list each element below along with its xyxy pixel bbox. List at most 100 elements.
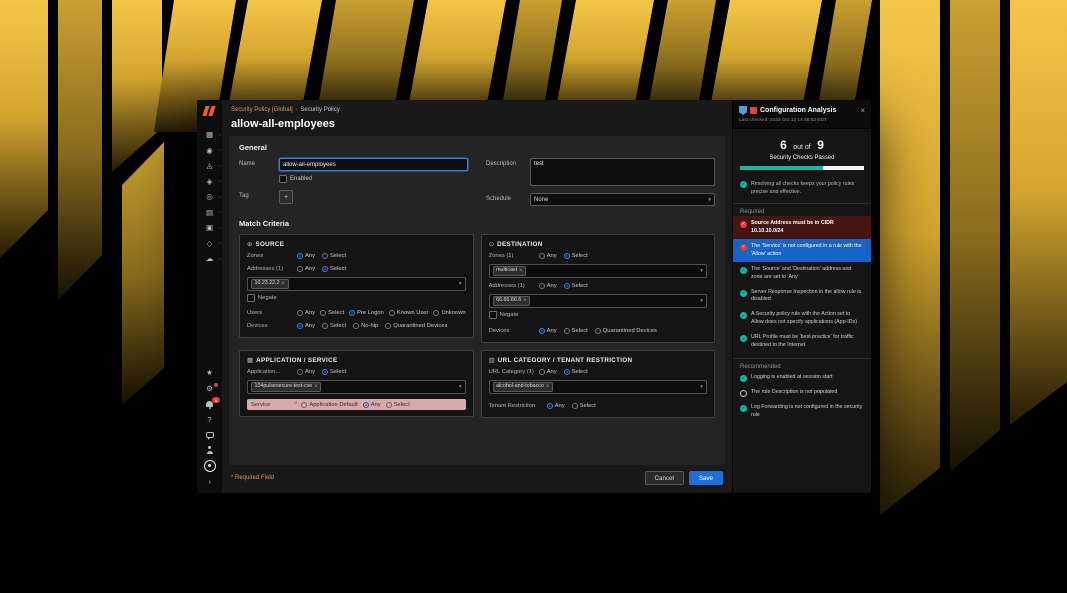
breadcrumb-link-primary[interactable]: Security Policy [Global]: [231, 107, 293, 113]
radio-icon[interactable]: [320, 310, 326, 316]
radio-icon[interactable]: [322, 266, 328, 272]
remove-chip-icon[interactable]: ×: [314, 384, 318, 390]
remove-chip-icon[interactable]: ×: [546, 384, 550, 390]
service-appdefault-option[interactable]: Application Default: [301, 402, 357, 408]
source-devices-quarantined-option[interactable]: Quarantined Devices: [385, 323, 447, 329]
save-button[interactable]: Save: [689, 471, 723, 485]
source-negate-checkbox[interactable]: [247, 294, 255, 302]
source-devices-nohip-option[interactable]: No-hip: [353, 323, 378, 329]
favorites-button[interactable]: ★: [197, 365, 222, 381]
required-check-item-selected[interactable]: × The 'Service' is not configured in a r…: [733, 239, 871, 262]
sidebar-item-dashboard[interactable]: ▦ ›: [197, 127, 222, 143]
source-zones-any-option[interactable]: Any: [297, 253, 315, 259]
radio-icon[interactable]: [389, 310, 395, 316]
radio-icon[interactable]: [349, 310, 355, 316]
radio-icon[interactable]: [564, 328, 570, 334]
radio-icon[interactable]: [539, 369, 545, 375]
sidebar-item-security-services[interactable]: ◈ ›: [197, 174, 222, 190]
radio-icon[interactable]: [297, 369, 303, 375]
source-devices-select-option[interactable]: Select: [322, 323, 346, 329]
source-address-combobox[interactable]: 10.23.22.2 × ▾: [247, 277, 466, 291]
url-category-chip[interactable]: alcohol-and-tobacco ×: [493, 382, 553, 392]
application-any-option[interactable]: Any: [297, 369, 315, 375]
account-button[interactable]: [197, 443, 222, 459]
destination-addresses-any-option[interactable]: Any: [539, 283, 557, 289]
notifications-button[interactable]: 5: [197, 396, 222, 412]
help-button[interactable]: ?: [197, 412, 222, 428]
schedule-select[interactable]: None ▾: [530, 193, 715, 206]
url-category-select-option[interactable]: Select: [564, 369, 588, 375]
destination-zone-combobox[interactable]: multicast × ▾: [489, 264, 707, 278]
tenant-select-option[interactable]: Select: [572, 403, 596, 409]
required-check-item[interactable]: ✓ A Security policy rule with the Action…: [733, 308, 871, 331]
radio-icon[interactable]: [572, 403, 578, 409]
destination-zones-select-option[interactable]: Select: [564, 253, 588, 259]
tenant-any-option[interactable]: Any: [547, 403, 565, 409]
cancel-button[interactable]: Cancel: [645, 471, 684, 485]
destination-address-combobox[interactable]: 66.66.66.6 × ▾: [489, 294, 707, 308]
destination-devices-any-option[interactable]: Any: [539, 328, 557, 334]
collapse-rail-button[interactable]: ›: [197, 474, 222, 490]
radio-icon[interactable]: [297, 266, 303, 272]
radio-icon[interactable]: [547, 403, 553, 409]
sidebar-item-insights[interactable]: ◉ ›: [197, 143, 222, 159]
required-check-item[interactable]: × Source Address must be in CIDR 10.10.1…: [733, 216, 871, 239]
destination-negate-checkbox[interactable]: [489, 311, 497, 319]
source-addresses-any-option[interactable]: Any: [297, 266, 315, 272]
url-category-any-option[interactable]: Any: [539, 369, 557, 375]
radio-icon[interactable]: [386, 402, 392, 408]
source-users-unknown-option[interactable]: Unknown: [433, 310, 465, 316]
radio-icon[interactable]: [433, 310, 439, 316]
required-check-item[interactable]: ✓ URL Profile must be 'best practice' fo…: [733, 331, 871, 354]
radio-icon[interactable]: [297, 323, 303, 329]
radio-icon[interactable]: [322, 323, 328, 329]
remove-chip-icon[interactable]: ×: [519, 268, 523, 274]
radio-icon[interactable]: [297, 310, 303, 316]
source-users-knownuser-option[interactable]: Known User: [389, 310, 429, 316]
recommended-check-item[interactable]: The rule Description is not populated: [733, 386, 871, 401]
source-users-prelogon-option[interactable]: Pre Logon: [349, 310, 384, 316]
application-combobox[interactable]: 104pulsesecure-test-cve × ▾: [247, 380, 466, 394]
source-users-any-option[interactable]: Any: [297, 310, 315, 316]
service-any-option[interactable]: Any: [363, 402, 381, 408]
required-check-item[interactable]: ✓ The 'Source' and 'Destination' address…: [733, 262, 871, 285]
active-tool-button[interactable]: [197, 458, 222, 474]
radio-icon[interactable]: [539, 253, 545, 259]
sidebar-item-objects[interactable]: ◎ ›: [197, 189, 222, 205]
radio-icon[interactable]: [322, 253, 328, 259]
description-input[interactable]: test: [530, 158, 715, 186]
destination-devices-quarantined-option[interactable]: Quarantined Devices: [595, 328, 657, 334]
source-users-select-option[interactable]: Select: [320, 310, 344, 316]
radio-icon[interactable]: [322, 369, 328, 375]
radio-icon[interactable]: [564, 283, 570, 289]
radio-icon[interactable]: [564, 253, 570, 259]
sidebar-item-network[interactable]: ▤ ›: [197, 205, 222, 221]
enabled-checkbox[interactable]: [279, 175, 287, 183]
radio-icon[interactable]: [353, 323, 359, 329]
radio-icon[interactable]: [385, 323, 391, 329]
radio-icon[interactable]: [301, 402, 307, 408]
feedback-button[interactable]: [197, 427, 222, 443]
destination-zones-any-option[interactable]: Any: [539, 253, 557, 259]
recommended-check-item[interactable]: ✓ Logging is enabled at session start: [733, 371, 871, 386]
radio-icon[interactable]: [539, 283, 545, 289]
radio-icon[interactable]: [539, 328, 545, 334]
source-zones-select-option[interactable]: Select: [322, 253, 346, 259]
sidebar-item-devices[interactable]: ▣ ›: [197, 220, 222, 236]
radio-icon[interactable]: [363, 402, 369, 408]
source-addresses-select-option[interactable]: Select: [322, 266, 346, 272]
recommended-check-item[interactable]: ✓ Log Forwarding is not configured in th…: [733, 401, 871, 424]
destination-zone-chip[interactable]: multicast ×: [493, 266, 526, 276]
radio-icon[interactable]: [297, 253, 303, 259]
remove-chip-icon[interactable]: ×: [282, 281, 286, 287]
destination-devices-select-option[interactable]: Select: [564, 328, 588, 334]
url-category-combobox[interactable]: alcohol-and-tobacco × ▾: [489, 380, 707, 394]
sidebar-item-identity[interactable]: ◇ ›: [197, 236, 222, 252]
settings-button[interactable]: ⚙: [197, 381, 222, 397]
sidebar-item-workflows[interactable]: ◬ ›: [197, 158, 222, 174]
destination-address-chip[interactable]: 66.66.66.6 ×: [493, 296, 531, 306]
source-address-chip[interactable]: 10.23.22.2 ×: [251, 279, 289, 289]
remove-chip-icon[interactable]: ×: [523, 298, 527, 304]
radio-icon[interactable]: [564, 369, 570, 375]
source-devices-any-option[interactable]: Any: [297, 323, 315, 329]
